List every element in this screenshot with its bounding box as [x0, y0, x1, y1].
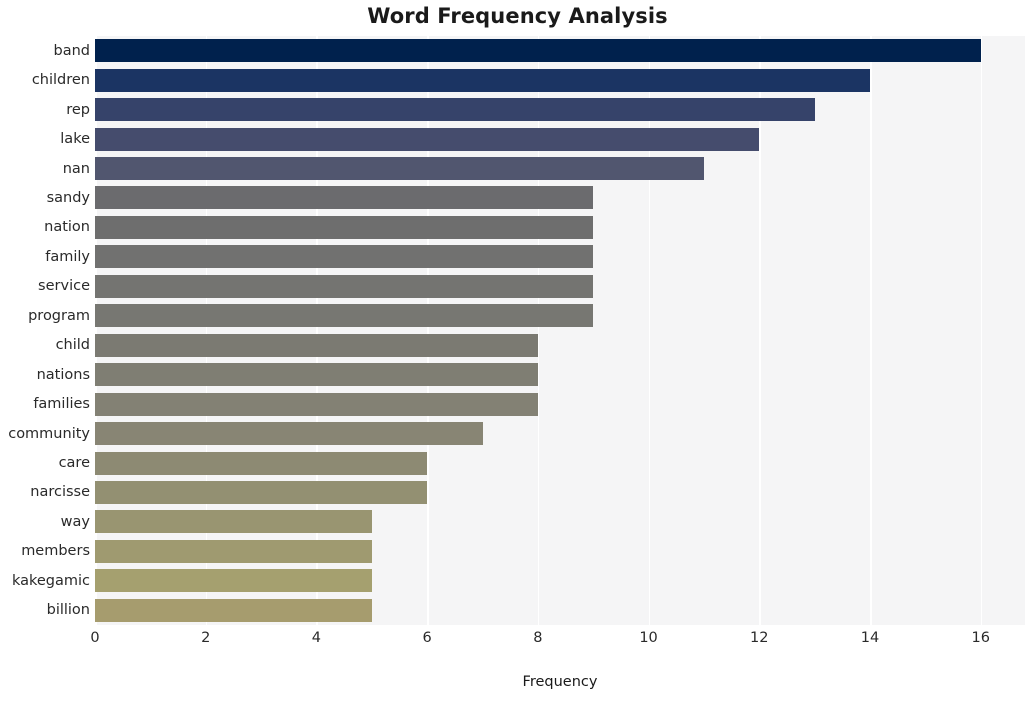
bar-members[interactable]: [95, 539, 372, 563]
bar-billion[interactable]: [95, 598, 372, 622]
y-tick-label-rep: rep: [66, 101, 90, 118]
y-tick-label-nation: nation: [44, 219, 90, 236]
x-tick-label-16: 16: [971, 630, 990, 646]
bar-nan[interactable]: [95, 157, 704, 181]
bar-nations[interactable]: [95, 363, 538, 387]
chart-title: Word Frequency Analysis: [367, 4, 668, 28]
bar-care[interactable]: [95, 451, 428, 475]
bar-narcisse[interactable]: [95, 480, 428, 504]
bar-sandy[interactable]: [95, 186, 594, 210]
x-tick-label-4: 4: [311, 630, 322, 646]
y-tick-label-nations: nations: [36, 366, 90, 383]
y-tick-label-nan: nan: [62, 160, 90, 177]
bar-community[interactable]: [95, 422, 483, 446]
y-axis-tick-labels: band children rep lake nan sandy nation family s…: [0, 36, 90, 625]
bar-children[interactable]: [95, 68, 870, 92]
bar-service[interactable]: [95, 274, 594, 298]
x-tick-label-6: 6: [422, 630, 432, 646]
x-tick-label-0: 0: [90, 630, 100, 646]
y-tick-label-family: family: [45, 248, 90, 265]
bar-child[interactable]: [95, 333, 538, 357]
bar-band[interactable]: [95, 39, 981, 63]
y-tick-label-community: community: [8, 425, 90, 442]
bar-nation[interactable]: [95, 215, 594, 239]
x-tick-label-2: 2: [201, 630, 211, 646]
y-tick-label-band: band: [53, 42, 90, 59]
y-tick-label-care: care: [58, 455, 90, 472]
word-frequency-bar-chart: Word Frequency Analysis band children rep l…: [0, 0, 1035, 701]
bar-way[interactable]: [95, 510, 372, 534]
bar-kakegamic[interactable]: [95, 569, 372, 593]
y-tick-label-narcisse: narcisse: [30, 484, 90, 501]
y-tick-label-sandy: sandy: [46, 189, 90, 206]
y-tick-label-child: child: [55, 337, 90, 354]
y-tick-label-children: children: [31, 72, 90, 89]
x-tick-label-8: 8: [533, 630, 543, 646]
y-tick-label-lake: lake: [60, 131, 90, 148]
y-tick-label-kakegamic: kakegamic: [11, 572, 90, 589]
x-tick-label-10: 10: [639, 630, 658, 646]
y-tick-label-billion: billion: [46, 602, 90, 619]
bar-family[interactable]: [95, 245, 594, 269]
y-tick-label-families: families: [33, 396, 90, 413]
bar-program[interactable]: [95, 304, 594, 328]
bar-lake[interactable]: [95, 127, 760, 151]
x-axis-title: Frequency: [522, 674, 598, 690]
y-tick-label-members: members: [21, 543, 90, 560]
y-tick-label-way: way: [60, 513, 90, 530]
bar-families[interactable]: [95, 392, 538, 416]
bars-container: [95, 36, 1025, 625]
bar-rep[interactable]: [95, 98, 815, 122]
x-tick-label-14: 14: [860, 630, 880, 646]
plot-area: [95, 36, 1025, 625]
x-tick-label-12: 12: [750, 630, 769, 646]
y-tick-label-program: program: [28, 307, 90, 324]
x-axis-tick-labels: 0 2 4 6 8 10 12 14 16: [90, 630, 1025, 654]
y-tick-label-service: service: [38, 278, 90, 295]
